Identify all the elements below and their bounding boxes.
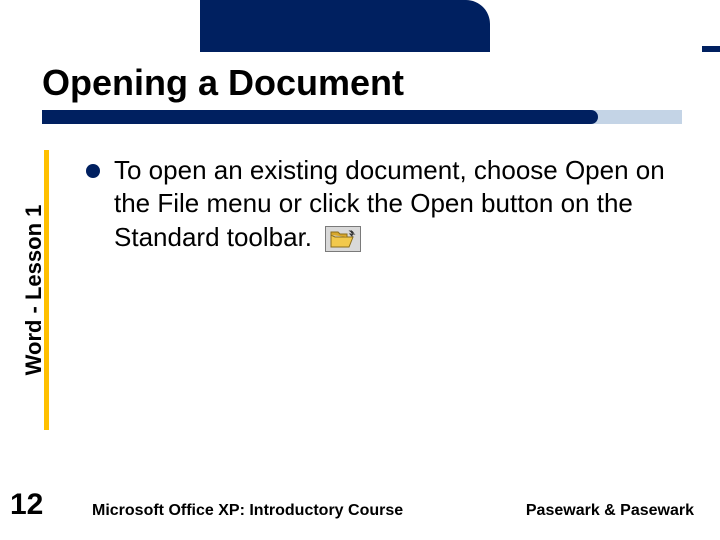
page-number: 12 <box>10 488 43 522</box>
title-underline-front <box>42 110 598 124</box>
side-yellow-rule <box>44 150 49 430</box>
slide-title: Opening a Document <box>42 62 404 104</box>
bullet-dot-icon <box>86 164 100 178</box>
bullet-text: To open an existing document, choose Ope… <box>114 154 690 254</box>
template-navy-block <box>200 0 490 52</box>
template-top-bar <box>0 0 720 52</box>
bullet-text-content: To open an existing document, choose Ope… <box>114 155 665 252</box>
bullet-item: To open an existing document, choose Ope… <box>86 154 690 254</box>
slide-body: To open an existing document, choose Ope… <box>86 154 690 254</box>
footer-right: Pasewark & Pasewark <box>526 502 694 520</box>
footer-left: Microsoft Office XP: Introductory Course <box>92 502 403 520</box>
template-navy-sliver <box>702 46 720 52</box>
open-folder-icon <box>325 226 361 252</box>
